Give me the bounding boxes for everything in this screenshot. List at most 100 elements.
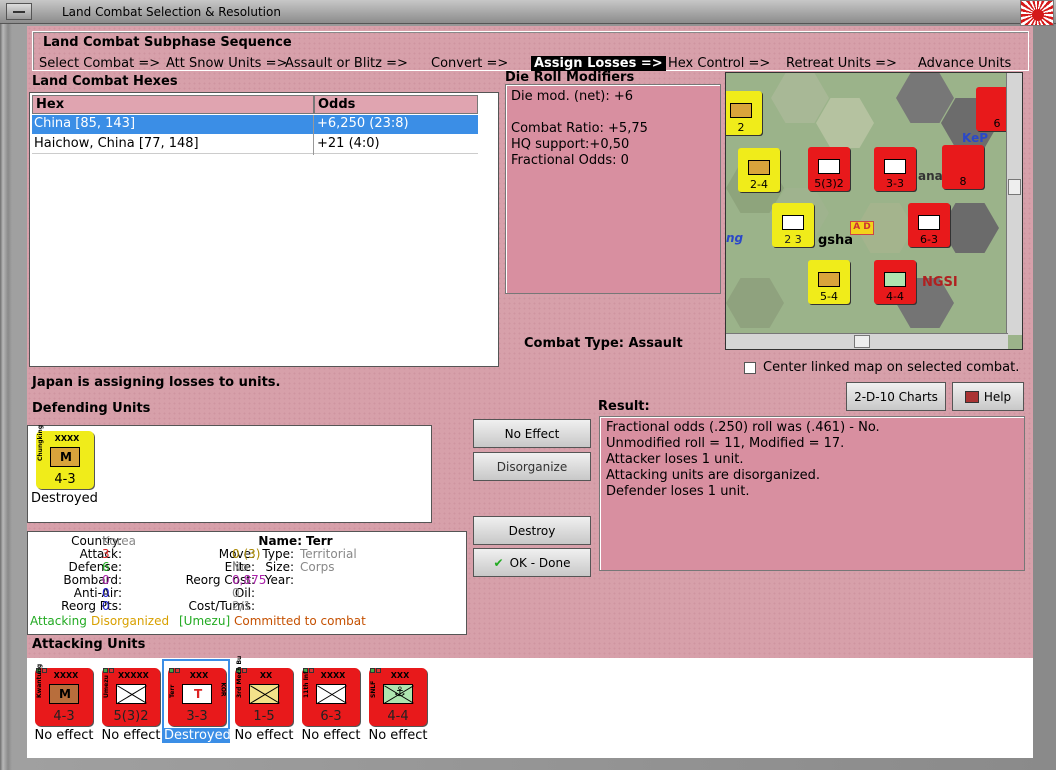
map-unit[interactable]: 2-4 <box>738 148 780 192</box>
unit-name: Umezu <box>103 675 110 698</box>
die-mod-net: Die mod. (net): +6 <box>511 89 634 104</box>
unit-size: XXX <box>390 671 410 680</box>
attacking-title: Attacking Units <box>32 637 146 652</box>
detail-type-label: Type: <box>262 547 294 561</box>
japan-flag-icon <box>1020 0 1054 26</box>
unit-symbol <box>884 272 906 287</box>
seq-step-assign-losses: Assign Losses => <box>531 56 666 71</box>
unit-strength: 4-3 <box>54 472 76 487</box>
mech-brigade-icon <box>249 684 280 704</box>
combat-marker-icon[interactable]: A D <box>850 221 874 235</box>
col-header-odds[interactable]: Odds <box>314 95 478 114</box>
detail-country: Korea <box>102 534 137 548</box>
unit-strength: 5(3)2 <box>113 709 149 724</box>
status-lights <box>103 662 123 673</box>
unit-symbol <box>782 215 804 230</box>
detail-bombard: 0 <box>102 573 110 587</box>
ok-done-button[interactable]: ✔ OK - Done <box>473 548 591 577</box>
map-unit[interactable]: 5(3)2 <box>808 147 850 191</box>
odds-cell: +21 (4:0) <box>317 136 380 151</box>
status-committed: Committed to combat <box>234 614 366 628</box>
window-title: Land Combat Selection & Resolution <box>62 5 281 19</box>
unit-name: 11th Inf <box>303 671 310 698</box>
help-label: Help <box>983 389 1012 404</box>
detail-name: Terr <box>306 534 333 548</box>
map-unit[interactable]: 6-3 <box>908 203 950 247</box>
attacking-unit-counter[interactable]: XX 3rd Mech Bu 1-5 <box>235 656 293 726</box>
linked-map[interactable]: ng gsha NGSI ana KeP 2 2-4 5(3)2 3-3 2 3… <box>725 72 1023 350</box>
destroy-button[interactable]: Destroy <box>473 516 591 545</box>
unit-strength: 4-4 <box>387 709 409 724</box>
attacking-unit-counter[interactable]: XXXX 11th Inf 6-3 <box>302 668 360 726</box>
result-line: Unmodified roll = 11, Modified = 17. <box>606 436 845 451</box>
detail-cost: 2/1 <box>232 599 252 613</box>
hex-cell: Haichow, China [77, 148] <box>34 136 199 151</box>
mech-unit-icon: M <box>50 447 80 467</box>
attacking-unit-state: No effect <box>368 728 428 743</box>
map-unit-strength: 2 <box>737 121 745 134</box>
attacking-unit-counter[interactable]: XXX Terr T KOR 3-3 <box>168 668 227 726</box>
status-hq: [Umezu] <box>179 614 231 628</box>
infantry-unit-icon <box>316 684 347 704</box>
map-unit-strength: 8 <box>959 175 967 188</box>
detail-year-label: Year: <box>264 573 294 587</box>
no-effect-button[interactable]: No Effect <box>473 419 591 448</box>
seq-step-assault-blitz: Assault or Blitz => <box>285 56 408 71</box>
attacking-unit-counter[interactable]: XXXXX Umezu 5(3)2 <box>102 668 160 726</box>
map-unit[interactable]: 4-4 <box>874 260 916 304</box>
defending-unit-state: Destroyed <box>31 491 98 506</box>
detail-move: 0 (3) <box>232 547 261 561</box>
map-hex <box>771 73 829 123</box>
disorganize-button[interactable]: Disorganize <box>473 452 591 481</box>
map-unit[interactable]: 5-4 <box>808 260 850 304</box>
title-bar[interactable]: Land Combat Selection & Resolution <box>0 0 1056 26</box>
detail-reorg: 0 <box>102 599 110 613</box>
defending-unit-counter[interactable]: XXXX Chungking M 4-3 <box>36 425 94 489</box>
unit-detail-panel: Country: Korea Attack: 3 Defense: 6 Bomb… <box>27 531 467 635</box>
detail-size: Corps <box>300 560 335 574</box>
detail-antiair: 0 <box>102 586 110 600</box>
detail-size-label: Size: <box>265 560 294 574</box>
help-button[interactable]: Help <box>952 382 1024 411</box>
attacking-units-row: XXXX Kwantung M 4-3 No effect XXXXX Umez… <box>27 656 1033 758</box>
attacking-unit-counter[interactable]: XXX SNLF ⚓ 4-4 <box>369 668 427 726</box>
map-vertical-scrollbar[interactable] <box>1006 73 1022 335</box>
hex-cell: China [85, 143] <box>34 116 136 131</box>
attacking-unit-state: No effect <box>301 728 361 743</box>
map-label: ana <box>918 169 943 183</box>
unit-size: XXXXX <box>118 671 149 680</box>
unit-strength: 4-3 <box>53 709 75 724</box>
map-unit[interactable]: 3-3 <box>874 147 916 191</box>
unit-size: XXXX <box>53 671 79 680</box>
result-line: Attacking units are disorganized. <box>606 468 820 483</box>
minimize-button[interactable] <box>6 3 32 20</box>
unit-strength: 1-5 <box>253 709 275 724</box>
map-unit[interactable]: 8 <box>942 145 984 189</box>
hq-support: HQ support:+0,50 <box>511 137 630 152</box>
detail-attack: 3 <box>102 547 110 561</box>
col-header-hex[interactable]: Hex <box>32 95 314 114</box>
seq-step-convert: Convert => <box>431 56 509 71</box>
detail-name-label: Name: <box>258 534 302 548</box>
map-unit-strength: 6-3 <box>920 233 938 246</box>
charts-button[interactable]: 2-D-10 Charts <box>846 382 946 411</box>
rising-sun-icon <box>1032 9 1044 21</box>
detail-reorgcost: 0,875 <box>232 573 267 587</box>
attacking-unit-counter[interactable]: XXXX Kwantung M 4-3 <box>35 664 93 726</box>
scroll-thumb[interactable] <box>854 335 870 348</box>
unit-size: XXXX <box>54 434 80 443</box>
map-unit-strength: 5-4 <box>820 290 838 303</box>
attacking-unit-state: Destroyed <box>164 728 231 743</box>
table-row[interactable]: Haichow, China [77, 148] +21 (4:0) <box>32 135 478 154</box>
map-unit[interactable]: 2 <box>726 91 762 135</box>
unit-symbol <box>730 103 752 118</box>
center-map-checkbox[interactable] <box>744 362 756 374</box>
ok-done-label: OK - Done <box>509 555 571 570</box>
column-divider <box>313 115 314 155</box>
table-row[interactable]: China [85, 143] +6,250 (23:8) <box>32 115 478 134</box>
detail-elite: No <box>232 560 249 574</box>
scroll-thumb[interactable] <box>1008 179 1021 195</box>
map-unit[interactable]: 2 3 <box>772 203 814 247</box>
attacking-unit-state: No effect <box>34 728 94 743</box>
map-horizontal-scrollbar[interactable] <box>726 333 1008 349</box>
